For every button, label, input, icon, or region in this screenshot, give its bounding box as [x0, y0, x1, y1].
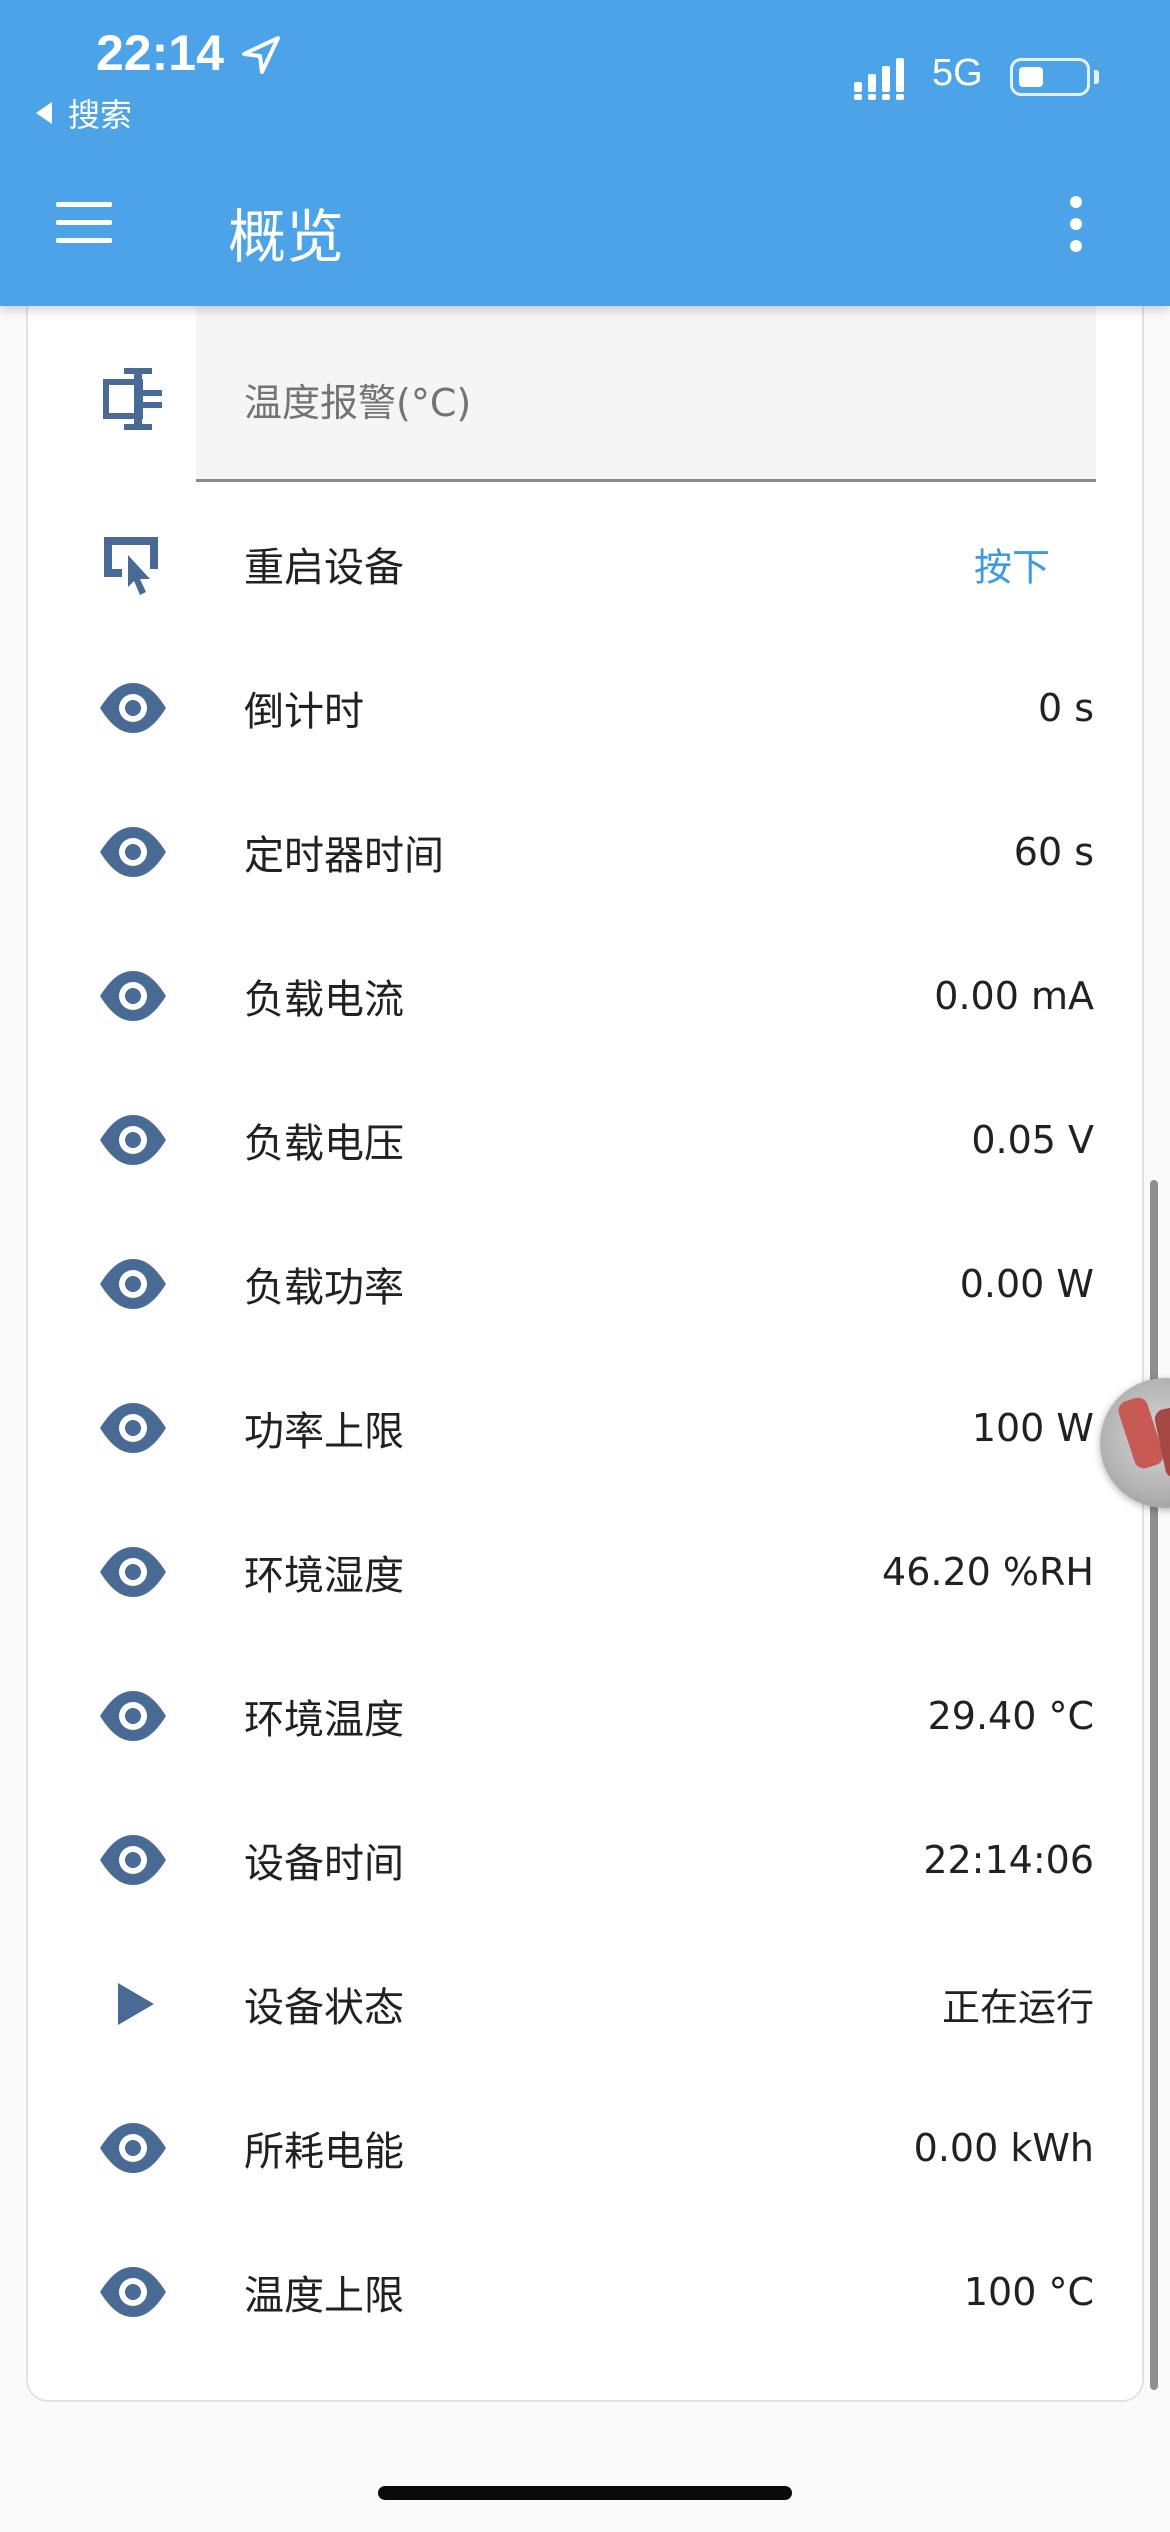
touch-screen-icon	[98, 529, 168, 599]
signal-strength-icon	[854, 58, 904, 100]
home-indicator[interactable]	[378, 2486, 792, 2500]
sensor-value: 100 °C	[963, 2270, 1094, 2314]
sensor-value: 60 s	[1013, 830, 1094, 874]
eye-icon	[98, 1825, 168, 1895]
sensor-row[interactable]: 所耗电能 0.00 kWh	[26, 2076, 1144, 2220]
eye-icon	[98, 1105, 168, 1175]
page-title: 概览	[228, 203, 345, 271]
eye-icon	[98, 1681, 168, 1751]
sensor-value: 0.00 kWh	[913, 2126, 1094, 2170]
scroll-indicator[interactable]	[1150, 1180, 1158, 2390]
eye-icon	[98, 2113, 168, 2183]
eye-icon	[98, 1393, 168, 1463]
back-to-search-link[interactable]: 搜索	[36, 90, 132, 136]
sensor-row[interactable]: 功率上限 100 W	[26, 1356, 1144, 1500]
sensor-label: 功率上限	[244, 1409, 404, 1455]
sensor-value: 0.00 mA	[934, 974, 1094, 1018]
sensor-row[interactable]: 负载电流 0.00 mA	[26, 924, 1144, 1068]
sensor-label: 负载功率	[244, 1265, 404, 1311]
sensor-label: 环境温度	[244, 1697, 404, 1743]
eye-icon	[98, 817, 168, 887]
sensor-label: 倒计时	[244, 689, 364, 735]
sensor-row[interactable]: 温度上限 100 °C	[26, 2220, 1144, 2364]
sensor-value: 正在运行	[941, 1985, 1094, 2030]
sensor-row[interactable]: 定时器时间 60 s	[26, 780, 1144, 924]
sensor-label: 温度上限	[244, 2273, 404, 2319]
temperature-alarm-input[interactable]: 温度报警(°C)	[196, 306, 1096, 482]
temperature-alarm-label: 温度报警(°C)	[244, 381, 472, 425]
eye-icon	[98, 1249, 168, 1319]
sensor-row[interactable]: 负载电压 0.05 V	[26, 1068, 1144, 1212]
sensor-value: 22:14:06	[923, 1838, 1094, 1882]
sensor-value: 0 s	[1037, 686, 1094, 730]
back-label: 搜索	[68, 96, 133, 134]
back-arrow-icon	[36, 102, 52, 124]
sensor-row[interactable]: 设备状态 正在运行	[26, 1932, 1144, 2076]
sensor-value: 100 W	[971, 1406, 1094, 1450]
sensor-row[interactable]: 设备时间 22:14:06	[26, 1788, 1144, 1932]
restart-device-label: 重启设备	[244, 545, 404, 591]
eye-icon	[98, 673, 168, 743]
sensor-value: 0.05 V	[971, 1118, 1094, 1162]
sensor-row[interactable]: 环境温度 29.40 °C	[26, 1644, 1144, 1788]
location-arrow-icon	[242, 36, 280, 74]
status-time: 22:14	[96, 25, 224, 81]
sensor-row[interactable]: 环境湿度 46.20 %RH	[26, 1500, 1144, 1644]
network-type: 5G	[932, 52, 983, 94]
sensor-row[interactable]: 负载功率 0.00 W	[26, 1212, 1144, 1356]
sensor-label: 所耗电能	[244, 2129, 404, 2175]
battery-cap	[1094, 70, 1099, 84]
app-header: 22:14 搜索 5G 概览	[0, 0, 1170, 306]
battery-icon	[1010, 58, 1090, 96]
eye-icon	[98, 2257, 168, 2327]
hamburger-menu-icon[interactable]	[56, 202, 112, 244]
input-field-icon	[98, 366, 170, 432]
restart-device-row: 重启设备 按下	[26, 492, 1144, 636]
sensor-label: 设备状态	[244, 1985, 404, 2031]
sensor-row[interactable]: 倒计时 0 s	[26, 636, 1144, 780]
sensor-value: 0.00 W	[959, 1262, 1094, 1306]
sensor-label: 负载电流	[244, 977, 404, 1023]
sensor-label: 定时器时间	[244, 833, 444, 879]
play-icon	[98, 1969, 168, 2039]
more-vert-icon[interactable]	[1066, 196, 1086, 252]
sensor-label: 设备时间	[244, 1841, 404, 1887]
eye-icon	[98, 961, 168, 1031]
sensor-value: 29.40 °C	[927, 1694, 1094, 1738]
sensor-value: 46.20 %RH	[882, 1550, 1094, 1594]
sensor-label: 负载电压	[244, 1121, 404, 1167]
sensor-label: 环境湿度	[244, 1553, 404, 1599]
press-button[interactable]: 按下	[974, 537, 1050, 592]
app-screen: 温度报警(°C) 重启设备 按下 倒计时 0 s 定时器时间 60 s 负载电流 0.00…	[0, 0, 1170, 2532]
eye-icon	[98, 1537, 168, 1607]
